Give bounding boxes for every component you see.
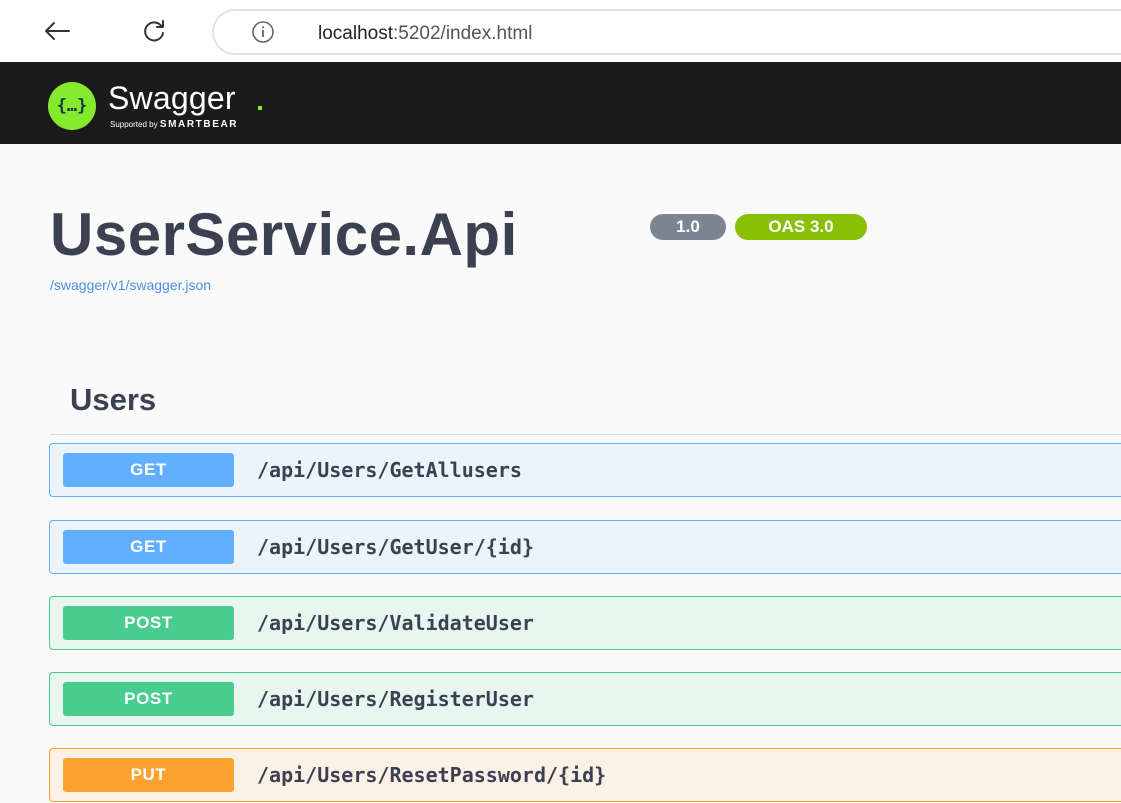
- arrow-left-icon: [45, 22, 70, 40]
- operation-post-validate-user[interactable]: POST /api/Users/ValidateUser: [49, 596, 1121, 650]
- logo-company: SMARTBEAR: [159, 119, 239, 130]
- url-host: localhost: [318, 23, 393, 44]
- logo-name[interactable]: Swagger: [108, 80, 236, 117]
- refresh-icon: [144, 20, 164, 42]
- url-path: :5202/index.html: [393, 23, 533, 44]
- operation-get-all-users[interactable]: GET /api/Users/GetAllusers: [49, 443, 1121, 497]
- method-badge-get: GET: [63, 453, 234, 487]
- operation-post-register-user[interactable]: POST /api/Users/RegisterUser: [49, 672, 1121, 726]
- logo-dot: [258, 106, 262, 110]
- tag-heading-users[interactable]: Users: [70, 382, 156, 418]
- swagger-logo-icon[interactable]: {…}: [48, 82, 96, 130]
- api-title: UserService.Api: [50, 201, 518, 268]
- operation-path: /api/Users/GetUser/{id}: [257, 535, 534, 559]
- operation-path: /api/Users/RegisterUser: [257, 687, 534, 711]
- method-badge-get: GET: [63, 530, 234, 564]
- oas-badge: OAS 3.0: [735, 214, 867, 240]
- operation-put-reset-password[interactable]: PUT /api/Users/ResetPassword/{id}: [49, 748, 1121, 802]
- spec-link[interactable]: /swagger/v1/swagger.json: [50, 277, 211, 293]
- method-badge-post: POST: [63, 606, 234, 640]
- operation-path: /api/Users/ValidateUser: [257, 611, 534, 635]
- logo-supported-by: Supported by: [110, 120, 158, 129]
- swagger-topbar: {…} Swagger Supported by SMARTBEAR: [0, 62, 1121, 144]
- method-badge-post: POST: [63, 682, 234, 716]
- method-badge-put: PUT: [63, 758, 234, 792]
- refresh-button[interactable]: [137, 14, 171, 48]
- back-button[interactable]: [40, 14, 74, 48]
- operation-path: /api/Users/ResetPassword/{id}: [257, 763, 607, 787]
- url-text[interactable]: localhost:5202/index.html: [318, 23, 532, 45]
- address-bar[interactable]: localhost:5202/index.html: [212, 9, 1121, 55]
- operation-path: /api/Users/GetAllusers: [257, 458, 522, 482]
- browser-toolbar: localhost:5202/index.html: [0, 0, 1121, 62]
- tag-divider: [50, 434, 1121, 435]
- logo-subtitle: Supported by SMARTBEAR: [110, 119, 238, 130]
- info-icon[interactable]: [251, 20, 275, 44]
- operation-get-user[interactable]: GET /api/Users/GetUser/{id}: [49, 520, 1121, 574]
- logo-symbol: {…}: [56, 96, 88, 116]
- version-badge: 1.0: [650, 214, 726, 240]
